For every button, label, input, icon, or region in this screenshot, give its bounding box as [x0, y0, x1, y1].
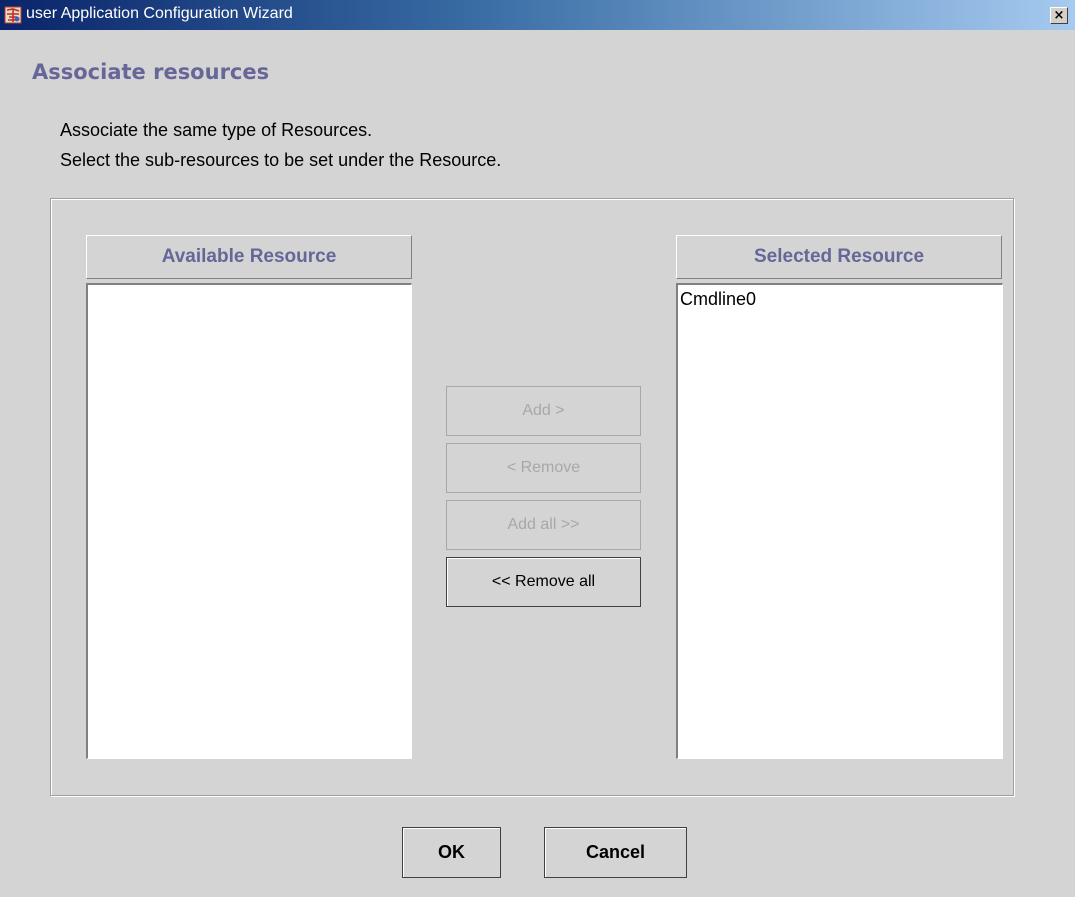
remove-button[interactable]: < Remove [446, 443, 641, 493]
add-all-button[interactable]: Add all >> [446, 500, 641, 550]
cancel-button[interactable]: Cancel [544, 827, 687, 878]
remove-all-button[interactable]: << Remove all [446, 557, 641, 607]
close-icon: × [1053, 8, 1065, 23]
ok-button[interactable]: OK [402, 827, 501, 878]
add-button[interactable]: Add > [446, 386, 641, 436]
instruction-line-1: Associate the same type of Resources. [60, 120, 373, 140]
selected-resource-header: Selected Resource [676, 235, 1002, 279]
app-wizard-icon [4, 6, 22, 24]
instruction-line-2: Select the sub-resources to be set under… [60, 150, 502, 170]
close-button[interactable]: × [1050, 7, 1068, 24]
page-title: Associate resources [32, 60, 270, 84]
available-resource-header: Available Resource [86, 235, 412, 279]
list-item[interactable]: Cmdline0 [678, 285, 1002, 310]
available-resource-list[interactable] [86, 283, 412, 759]
title-bar: user Application Configuration Wizard × [0, 0, 1075, 30]
window-title: user Application Configuration Wizard [26, 5, 293, 22]
selected-resource-list[interactable]: Cmdline0 [676, 283, 1003, 759]
